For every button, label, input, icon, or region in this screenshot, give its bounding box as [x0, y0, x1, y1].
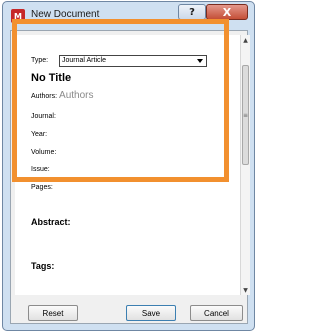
abstract-label[interactable]: Abstract: [31, 217, 71, 227]
authors-row: Authors: Authors [31, 90, 94, 101]
chevron-down-icon [197, 59, 203, 63]
help-button[interactable]: ? [178, 4, 206, 20]
volume-label[interactable]: Volume: [31, 149, 56, 156]
year-label[interactable]: Year: [31, 131, 47, 138]
dialog-content: Type: Journal Article No Title Authors: … [10, 30, 250, 324]
window-title: New Document [31, 9, 100, 20]
type-label: Type: [31, 57, 49, 64]
dialog-window: M New Document ? X Type: Journal Article… [2, 1, 255, 331]
vertical-scrollbar[interactable]: ▲ ≡ ▼ [240, 35, 250, 295]
journal-label[interactable]: Journal: [31, 113, 56, 120]
type-select[interactable]: Journal Article [59, 55, 207, 67]
scroll-down-icon[interactable]: ▼ [241, 285, 250, 295]
app-logo-icon: M [11, 9, 25, 23]
save-button[interactable]: Save [126, 305, 176, 321]
scrollbar-thumb[interactable]: ≡ [242, 65, 249, 165]
type-select-value: Journal Article [62, 57, 106, 64]
authors-label: Authors: [31, 93, 58, 100]
cancel-button[interactable]: Cancel [190, 305, 243, 321]
close-icon: X [222, 5, 232, 19]
tags-label[interactable]: Tags: [31, 261, 54, 271]
reset-button[interactable]: Reset [28, 305, 78, 321]
close-button[interactable]: X [206, 4, 248, 20]
issue-label[interactable]: Issue: [31, 166, 50, 173]
form-scroll-area: Type: Journal Article No Title Authors: … [15, 35, 240, 295]
scroll-up-icon[interactable]: ▲ [241, 35, 250, 45]
document-title[interactable]: No Title [31, 72, 71, 84]
help-icon: ? [189, 6, 195, 18]
authors-input[interactable]: Authors [59, 90, 93, 101]
title-bar[interactable]: M New Document ? X [3, 2, 254, 30]
app-logo-glyph: M [14, 11, 22, 21]
pages-label[interactable]: Pages: [31, 184, 53, 191]
